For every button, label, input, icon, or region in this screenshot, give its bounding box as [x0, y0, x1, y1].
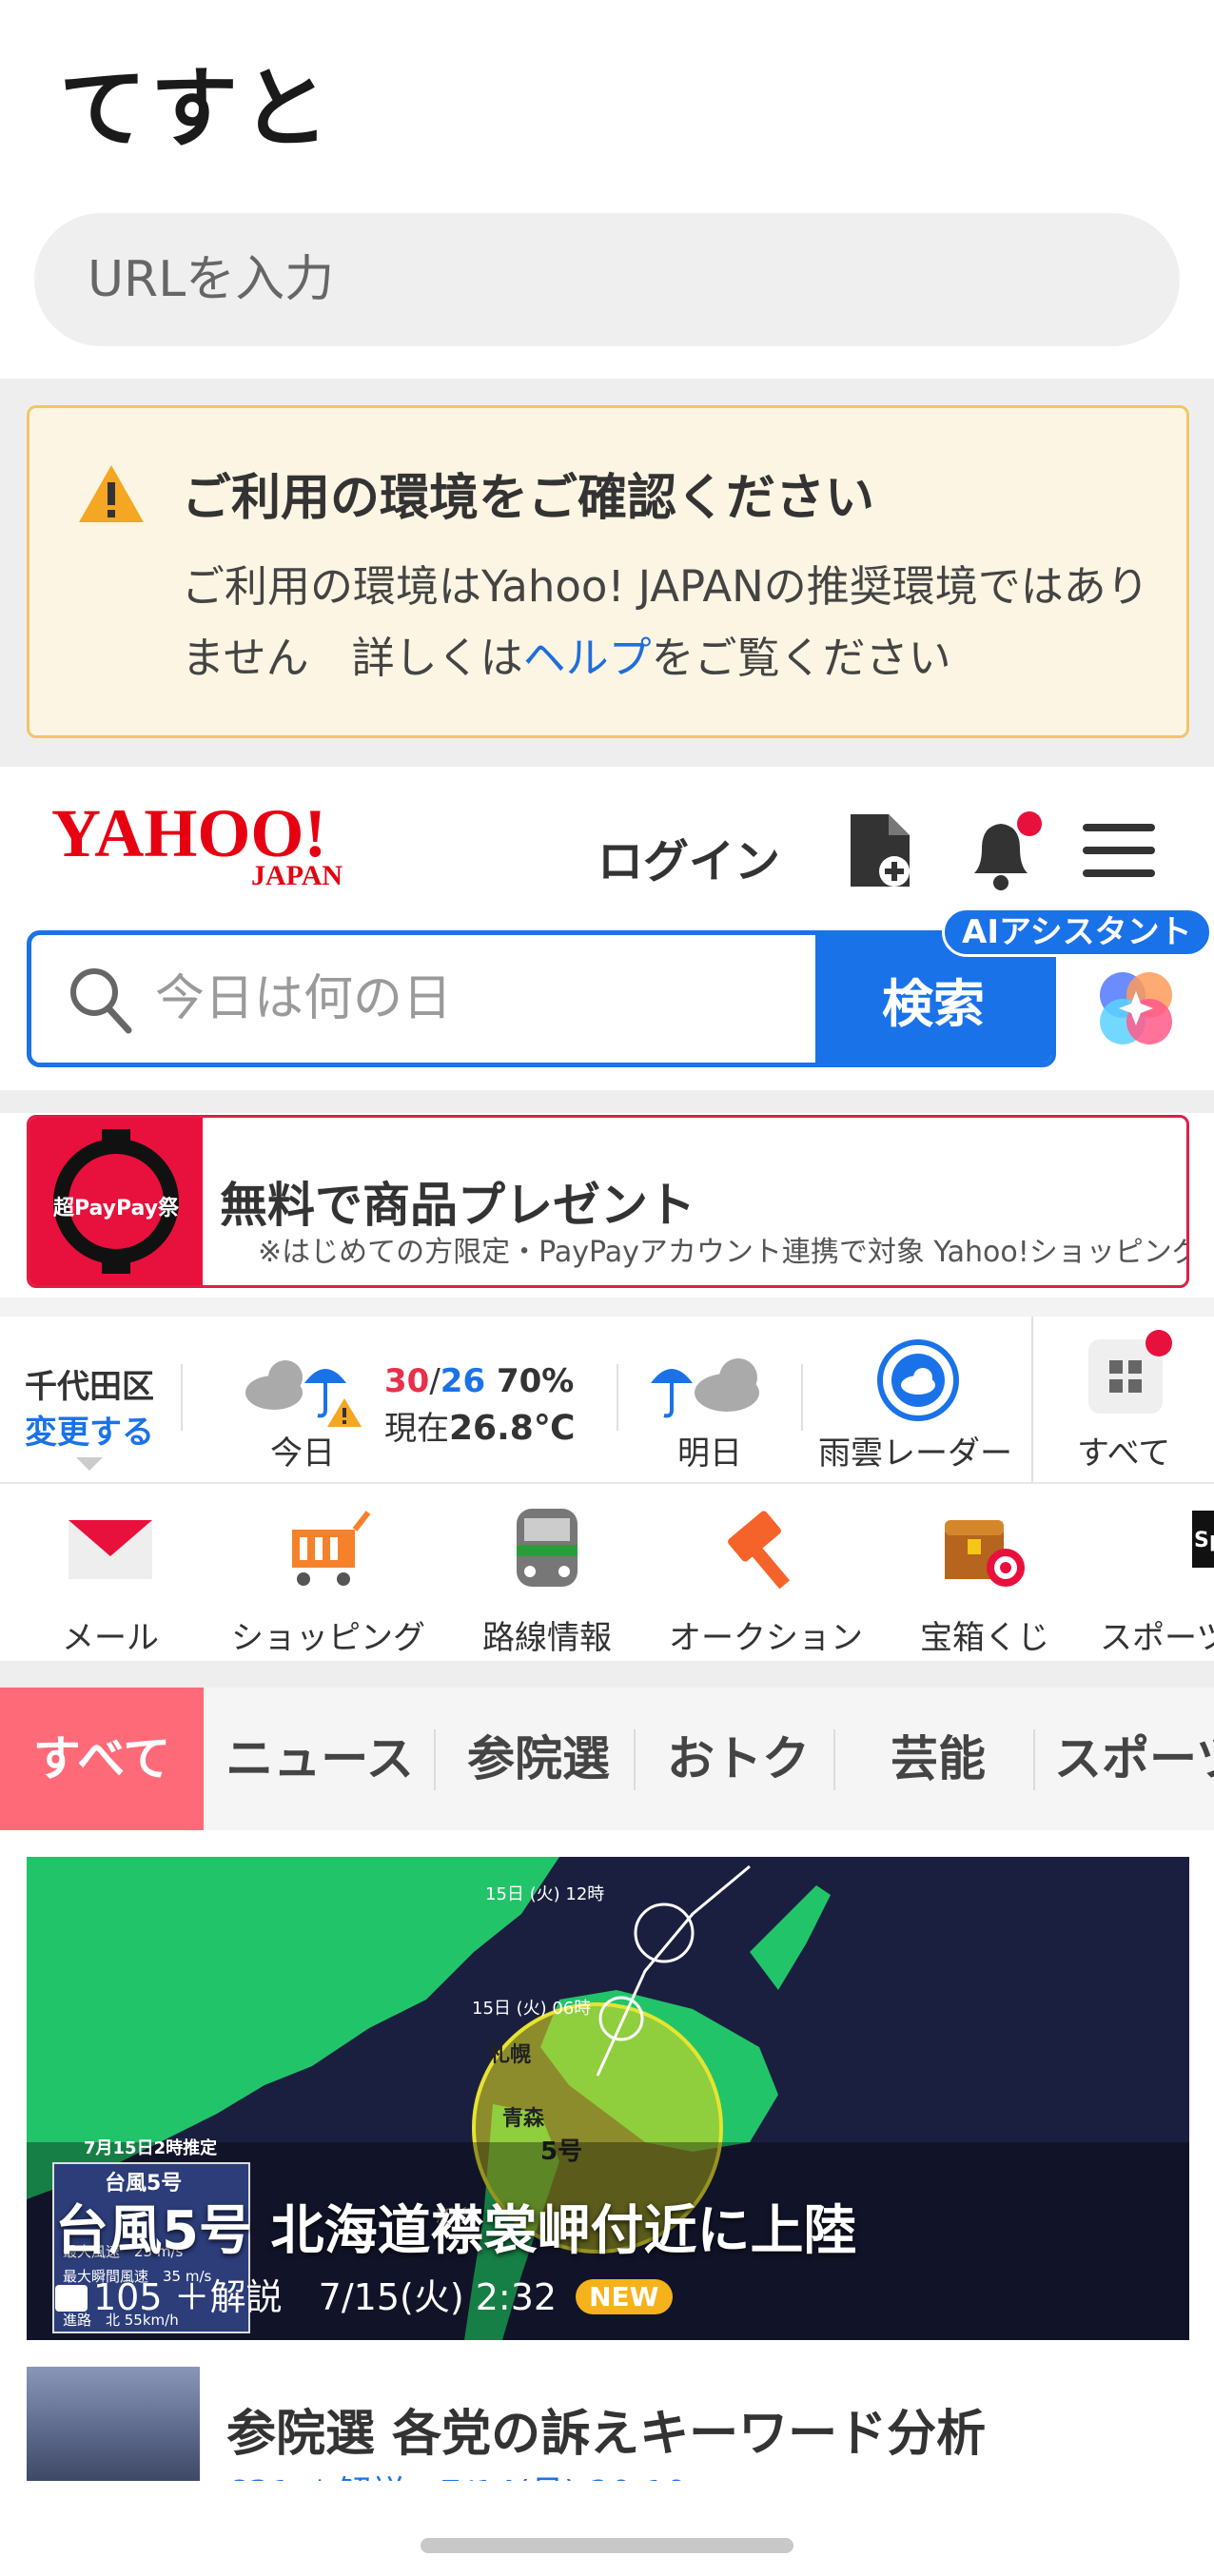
umbrella-cloud-icon[interactable]: [647, 1345, 771, 1431]
rain-radar-icon[interactable]: [875, 1337, 961, 1423]
svg-text:札幌: 札幌: [488, 2043, 531, 2067]
gavel-icon: [728, 1511, 791, 1590]
search-icon: [70, 968, 132, 1034]
service-lottery[interactable]: 宝箱くじ: [913, 1503, 1056, 1658]
environment-warning: ご利用の環境をご確認ください ご利用の環境はYahoo! JAPANの推奨環境で…: [27, 405, 1189, 738]
app-title: てすと: [59, 58, 334, 160]
current-temp: 現在26.8℃: [384, 1409, 576, 1448]
weather-temps: 30/26 70%: [384, 1362, 575, 1400]
news-tabs: すべて ニュース 参院選 おトク 芸能 スポーツ: [0, 1688, 1214, 1830]
news-thumbnail: [27, 2367, 200, 2481]
divider: [617, 1364, 618, 1431]
promo-title: 無料で商品プレゼント: [220, 1178, 695, 1233]
weather-location: 千代田区: [25, 1368, 154, 1406]
news-title[interactable]: 参院選 各党の訴えキーワード分析: [226, 2393, 986, 2465]
svg-text:15日 (火) 12時: 15日 (火) 12時: [485, 1884, 604, 1904]
news-meta: 631 ＋解説 7/14(月) 20:10: [226, 2466, 687, 2481]
hero-news-card[interactable]: 15日 (火) 12時 15日 (火) 06時 札幌 青森 5号 新潟 7月15…: [27, 1857, 1189, 2340]
train-icon: [517, 1509, 578, 1587]
svg-text:7月15日2時推定: 7月15日2時推定: [84, 2137, 217, 2158]
rain-radar-label[interactable]: 雨雲レーダー: [818, 1427, 1012, 1473]
login-link[interactable]: ログイン: [597, 824, 780, 890]
mail-icon: [69, 1520, 152, 1579]
service-shopping[interactable]: ショッピング: [221, 1503, 436, 1658]
tab-election[interactable]: 参院選: [443, 1688, 634, 1830]
divider: [0, 1298, 1214, 1317]
svg-text:超PayPay祭: 超PayPay祭: [53, 1196, 180, 1220]
sports-icon: Sp: [1192, 1511, 1214, 1568]
svg-text:JAPAN: JAPAN: [251, 860, 343, 888]
divider: [0, 1661, 1214, 1688]
service-shortcuts: メール ショッピング 路線情報 オークション 宝箱くじ S スポーツ: [0, 1484, 1214, 1661]
divider: [1031, 1317, 1033, 1482]
new-document-icon[interactable]: [847, 810, 913, 890]
divider: [801, 1364, 803, 1431]
divider: [434, 1729, 436, 1790]
hero-news-meta: 105 ＋解説 7/15(火) 2:32 NEW: [55, 2268, 673, 2320]
svg-text:Sp: Sp: [1194, 1529, 1214, 1552]
url-input[interactable]: [34, 213, 1180, 346]
search-box[interactable]: 検索: [27, 930, 1056, 1067]
change-location-link[interactable]: 変更する: [25, 1406, 154, 1453]
url-bar[interactable]: [34, 213, 1180, 346]
service-mail[interactable]: メール: [49, 1503, 171, 1658]
hero-news-title[interactable]: 台風5号 北海道襟裳岬付近に上陸: [55, 2188, 856, 2265]
service-auction[interactable]: オークション: [666, 1503, 866, 1658]
divider: [0, 1090, 1214, 1113]
ai-assistant-icon[interactable]: [1090, 963, 1182, 1054]
divider: [181, 1364, 183, 1431]
tab-all[interactable]: すべて: [0, 1688, 204, 1830]
promo-subtitle: ※はじめての方限定・PayPayアカウント連携で対象 Yahoo!ショッピング: [258, 1236, 1189, 1269]
divider: [1033, 1729, 1035, 1790]
promo-banner[interactable]: 超PayPay祭 無料で商品プレゼント ※はじめての方限定・PayPayアカウン…: [27, 1115, 1189, 1288]
yahoo-header: YAHOO! JAPAN ログイン 検索 AIアシスタント: [0, 767, 1214, 1090]
cart-icon: [292, 1511, 371, 1586]
weather-today-label: 今日: [270, 1434, 335, 1473]
weather-tomorrow-label: 明日: [677, 1434, 742, 1473]
service-transit[interactable]: 路線情報: [476, 1503, 618, 1658]
all-services-label[interactable]: すべて: [1077, 1427, 1170, 1473]
promo-logo: 超PayPay祭: [29, 1118, 203, 1285]
tab-deals[interactable]: おトク: [643, 1688, 833, 1830]
caret-icon: [76, 1457, 103, 1471]
ai-assistant-badge[interactable]: AIアシスタント: [942, 907, 1212, 957]
tab-news[interactable]: ニュース: [215, 1688, 424, 1830]
service-sports[interactable]: Sp スポーツ: [1100, 1503, 1214, 1658]
treasure-icon: [945, 1520, 1025, 1587]
warning-body: ご利用の環境はYahoo! JAPANの推奨環境ではありません 詳しくはヘルプを…: [182, 561, 1149, 683]
news-item[interactable]: 参院選 各党の訴えキーワード分析 631 ＋解説 7/14(月) 20:10: [27, 2367, 1189, 2481]
help-link[interactable]: ヘルプ: [523, 633, 652, 683]
svg-text:青森: 青森: [502, 2106, 545, 2131]
new-badge: NEW: [576, 2279, 673, 2314]
warning-title: ご利用の環境をご確認ください: [182, 470, 875, 527]
home-indicator[interactable]: [421, 2538, 793, 2553]
yahoo-logo[interactable]: YAHOO! JAPAN: [51, 793, 403, 888]
menu-icon[interactable]: [1083, 820, 1159, 881]
svg-text:15日 (火) 06時: 15日 (火) 06時: [472, 1999, 591, 2019]
weather-widget: 千代田区 変更する 今日 30/26 70% 現在26.8℃ 明日 雨雲レーダー: [0, 1317, 1214, 1482]
divider: [634, 1729, 636, 1790]
warning-icon: [79, 465, 144, 522]
tab-entertainment[interactable]: 芸能: [843, 1688, 1033, 1830]
tab-sports[interactable]: スポーツ: [1054, 1688, 1214, 1830]
comment-icon: [55, 2285, 88, 2312]
search-input[interactable]: [155, 935, 821, 1063]
cloud-umbrella-icon[interactable]: [238, 1345, 371, 1431]
divider: [833, 1729, 835, 1790]
notification-dot: [1145, 1330, 1172, 1356]
bell-icon[interactable]: [961, 810, 1047, 892]
